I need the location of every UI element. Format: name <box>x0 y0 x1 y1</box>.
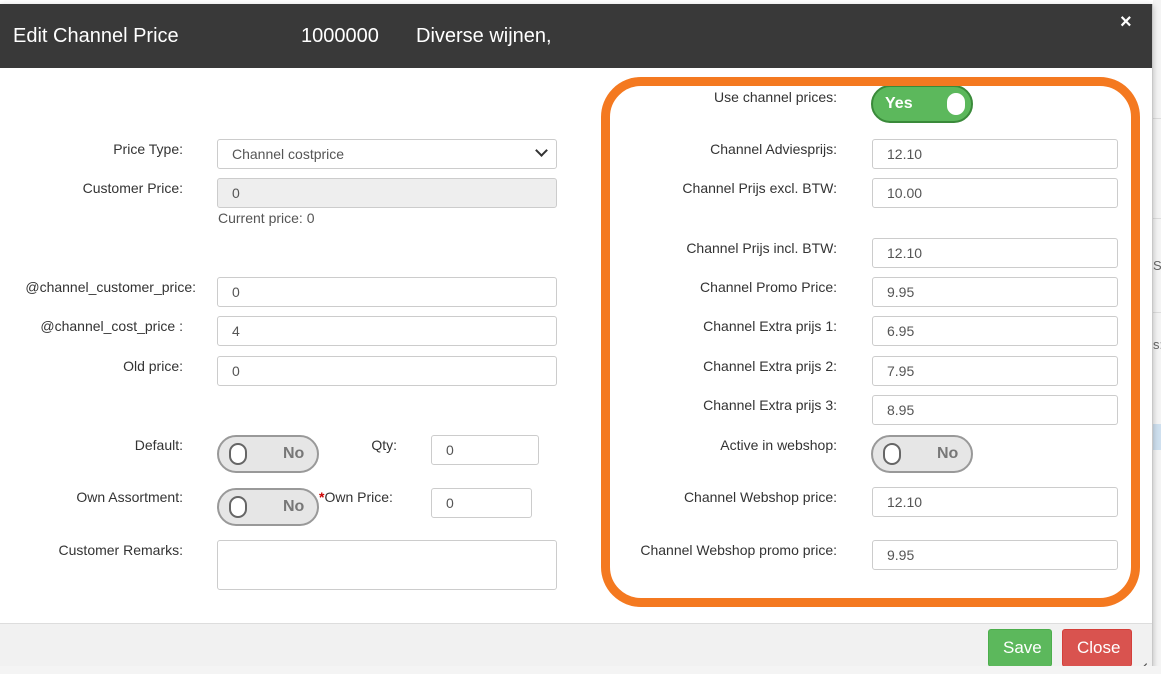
active-in-webshop-label: Active in webshop: <box>720 437 837 453</box>
price-type-select[interactable]: Channel costprice <box>217 139 557 169</box>
default-toggle[interactable]: No <box>217 435 319 473</box>
background-selected-row <box>1153 424 1161 450</box>
close-button[interactable]: Close <box>1062 629 1132 667</box>
save-button[interactable]: Save <box>988 629 1052 667</box>
use-channel-prices-toggle[interactable]: Yes <box>871 85 973 123</box>
channel-prijs-incl-input[interactable] <box>872 238 1118 268</box>
background-text: Se <box>1153 258 1161 273</box>
channel-promo-price-input[interactable] <box>872 277 1118 307</box>
dialog-footer: Save Close <box>0 623 1152 669</box>
toggle-state: No <box>937 445 959 462</box>
channel-webshop-price-input[interactable] <box>872 487 1118 517</box>
channel-adviesprijs-label: Channel Adviesprijs: <box>710 141 837 157</box>
toggle-state: No <box>283 498 305 515</box>
own-price-label-wrap: *Own Price: <box>319 489 393 505</box>
channel-extra-prijs-2-input[interactable] <box>872 356 1118 386</box>
chevron-down-icon <box>535 144 548 157</box>
default-label: Default: <box>134 437 183 453</box>
background-row-divider <box>1153 118 1161 119</box>
dialog-header: Edit Channel Price 1000000 Diverse wijne… <box>0 4 1152 68</box>
qty-label: Qty: <box>371 437 397 453</box>
channel-adviesprijs-input[interactable] <box>872 139 1118 169</box>
own-assortment-toggle[interactable]: No <box>217 488 319 526</box>
channel-extra-prijs-1-label: Channel Extra prijs 1: <box>703 318 837 334</box>
close-icon[interactable]: × <box>1120 11 1132 34</box>
channel-customer-price-label: @channel_customer_price: <box>25 279 196 295</box>
toggle-knob <box>947 93 965 115</box>
channel-cost-price-input[interactable] <box>217 316 557 346</box>
toggle-knob <box>229 496 247 518</box>
channel-extra-prijs-3-input[interactable] <box>872 395 1118 425</box>
old-price-label: Old price: <box>123 358 183 374</box>
qty-input[interactable] <box>431 435 539 465</box>
channel-prijs-excl-input[interactable] <box>872 178 1118 208</box>
price-type-label: Price Type: <box>113 141 183 157</box>
channel-webshop-promo-price-input[interactable] <box>872 540 1118 570</box>
price-type-selected: Channel costprice <box>232 146 345 162</box>
background-text: s: <box>1153 337 1161 352</box>
own-price-label: Own Price: <box>324 489 393 505</box>
background-page-bottom <box>0 666 1161 674</box>
channel-extra-prijs-3-label: Channel Extra prijs 3: <box>703 397 837 413</box>
channel-cost-price-label: @channel_cost_price : <box>40 318 183 334</box>
channel-webshop-price-label: Channel Webshop price: <box>683 489 837 505</box>
own-price-input[interactable] <box>431 488 532 518</box>
channel-extra-prijs-1-input[interactable] <box>872 316 1118 346</box>
channel-extra-prijs-2-label: Channel Extra prijs 2: <box>703 358 837 374</box>
background-row-divider <box>1153 312 1161 313</box>
toggle-state: No <box>283 445 305 462</box>
own-assortment-label: Own Assortment: <box>76 489 183 505</box>
customer-remarks-label: Customer Remarks: <box>58 542 183 558</box>
toggle-state: Yes <box>885 95 913 112</box>
channel-webshop-promo-price-label: Channel Webshop promo price: <box>640 542 837 558</box>
current-price-text: Current price: 0 <box>218 210 315 226</box>
customer-remarks-textarea[interactable] <box>217 540 557 590</box>
use-channel-prices-label: Use channel prices: <box>714 89 837 105</box>
channel-promo-price-label: Channel Promo Price: <box>700 279 837 295</box>
toggle-knob <box>883 443 901 465</box>
toggle-knob <box>229 443 247 465</box>
product-code: 1000000 <box>301 25 379 47</box>
resize-grip-icon[interactable] <box>1137 654 1147 669</box>
channel-prijs-excl-label: Channel Prijs excl. BTW: <box>682 180 837 196</box>
customer-price-label: Customer Price: <box>82 180 183 196</box>
old-price-input[interactable] <box>217 356 557 386</box>
background-row-divider <box>1153 218 1161 219</box>
customer-price-input <box>217 178 557 208</box>
edit-channel-price-dialog: Edit Channel Price 1000000 Diverse wijne… <box>0 4 1153 670</box>
channel-prijs-incl-label: Channel Prijs incl. BTW: <box>686 240 837 256</box>
dialog-title: Edit Channel Price <box>13 25 179 47</box>
product-description: Diverse wijnen, <box>416 25 552 47</box>
active-in-webshop-toggle[interactable]: No <box>871 435 973 473</box>
channel-customer-price-input[interactable] <box>217 277 557 307</box>
